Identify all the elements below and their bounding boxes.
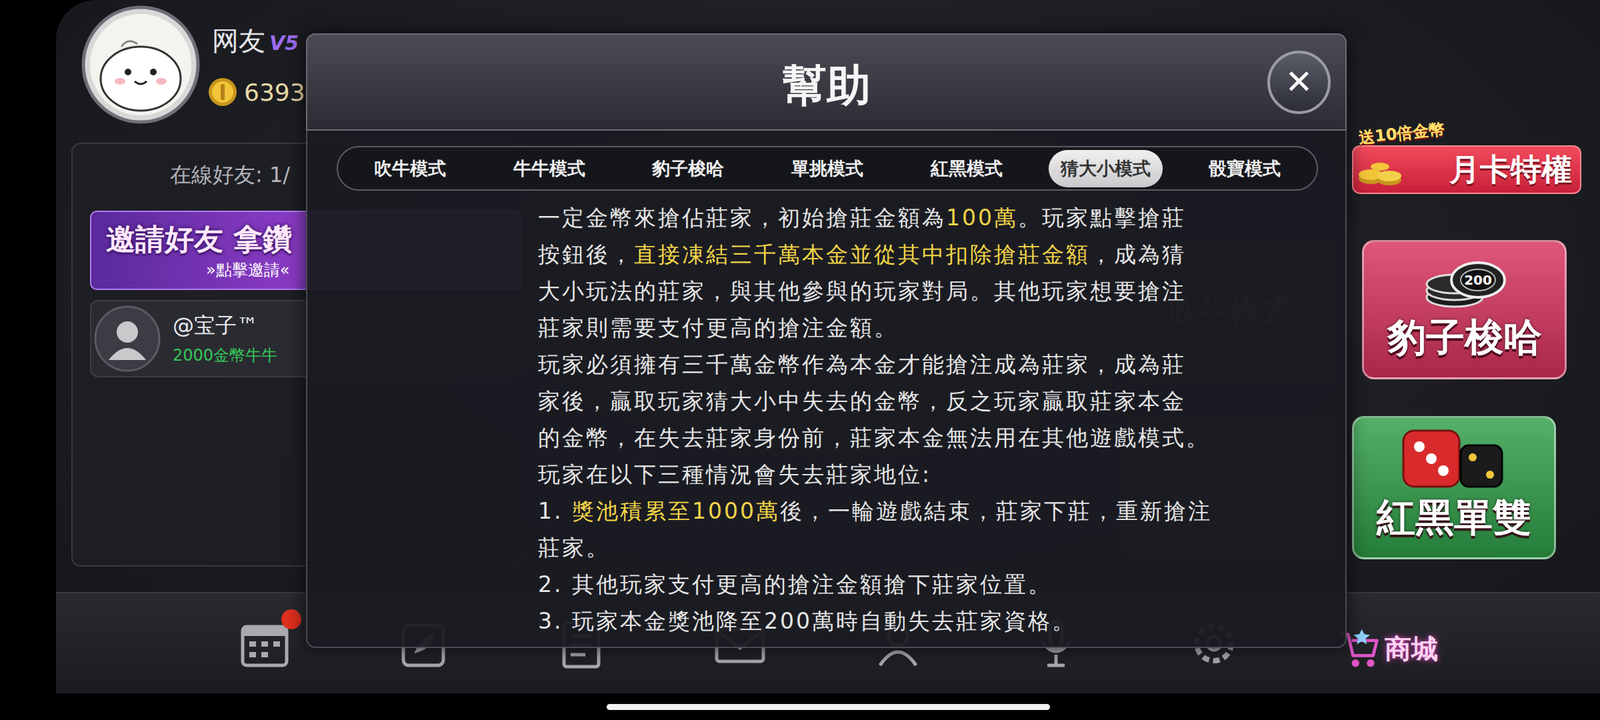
game-mode-button[interactable]: 200 豹子梭哈 [1362,240,1567,380]
dialog-title: 幫助 [782,48,871,116]
help-text-segment: 玩家必須擁有三千萬金幣作為本金才能搶注成為莊家，成為莊 [538,351,1186,378]
mode-tab[interactable]: 骰寶模式 [1174,150,1314,188]
tab-bar: 吹牛模式 牛牛模式 豹子梭哈 單挑模式 紅黑模式猜大小模式骰寶模式 [336,146,1318,191]
dialog-body: 吹牛模式 牛牛模式 豹子梭哈 單挑模式 紅黑模式猜大小模式骰寶模式一定金幣來搶佔莊家，初… [306,130,1347,648]
friend-text: @宝子™ 2000金幣牛牛 [172,311,278,366]
friend-avatar-icon [94,305,161,372]
help-text-segment: 。玩家點擊搶莊 [1018,204,1186,231]
tab-label: 吹牛模式 [362,150,458,188]
coin-pile-icon [1357,153,1404,187]
help-line: 大小玩法的莊家，與其他參與的玩家對局。其他玩家想要搶注 [538,272,1346,310]
game-mode-label: 豹子梭哈 [1387,312,1542,364]
help-line: 莊家則需要支付更高的搶注金額。 [538,309,1346,346]
promo-badge: 送10倍金幣 [1358,118,1446,148]
player-info: 网友V5 6393 [212,5,306,107]
help-line: 家後，贏取玩家猜大小中失去的金幣，反之玩家贏取莊家本金 [538,382,1346,420]
help-text-segment: 直接凍結三千萬本金並從其中扣除搶莊金額 [634,241,1090,268]
game-mode-button[interactable]: 紅黑單雙 [1352,416,1556,560]
shop-label: 商城 [1384,630,1438,668]
help-text-segment: 莊家則需要支付更高的搶注金額。 [538,314,898,341]
notification-dot [281,609,302,630]
help-line: 按鈕後，直接凍結三千萬本金並從其中扣除搶莊金額，成為猜 [538,236,1346,273]
help-text-segment: 按鈕後， [538,241,634,268]
tab-label: 猜大小模式 [1048,150,1163,188]
player-name: 网友 [212,24,266,58]
tab-label: 骰寶模式 [1196,150,1293,188]
help-text-segment: 玩家在以下三種情況會失去莊家地位: [538,461,932,488]
close-button[interactable]: ✕ [1267,50,1331,114]
help-text-segment: 3. 玩家本金獎池降至200萬時自動失去莊家資格。 [538,608,1076,634]
help-text-segment: 1. [538,498,572,524]
mode-tab[interactable]: 單挑模式 [758,150,898,188]
help-text-segment: 後，一輪遊戲結束，莊家下莊，重新搶注 [780,498,1212,524]
nav-item[interactable] [236,613,296,674]
help-text-segment: 一定金幣來搶佔莊家，初始搶莊金額為 [538,204,946,231]
gold-coin-icon [208,77,238,107]
home-strip [0,693,1600,720]
help-line: 玩家在以下三種情況會失去莊家地位: [538,456,1346,493]
vip-badge: V5 [269,31,299,55]
help-dialog: 幫助 ✕ 吹牛模式 牛牛模式 豹子梭哈 單挑模式 紅黑模式猜大小模式骰寶模式一定金幣來搶佔莊… [306,33,1347,648]
mode-tab[interactable]: 猜大小模式 [1036,150,1176,188]
tab-label: 牛牛模式 [501,150,598,188]
mode-tab[interactable]: 紅黑模式 [896,150,1036,188]
home-indicator[interactable] [606,704,1050,710]
help-text-segment: 獎池積累至1000萬 [572,498,780,524]
name-row: 网友V5 [212,24,306,58]
promo-band: 月卡特權 [1352,145,1582,194]
tab-label: 單挑模式 [779,150,876,188]
poker-chip-icon: 200 [1414,258,1515,312]
help-line: 一定金幣來搶佔莊家，初始搶莊金額為100萬。玩家點擊搶莊 [538,199,1346,236]
help-text: 一定金幣來搶佔莊家，初始搶莊金額為100萬。玩家點擊搶莊按鈕後，直接凍結三千萬本… [307,199,1346,640]
help-line: 的金幣，在失去莊家身份前，莊家本金無法用在其他遊戲模式。 [538,419,1346,456]
help-line: 3. 玩家本金獎池降至200萬時自動失去莊家資格。 [538,602,1346,640]
player-avatar-icon[interactable] [81,5,200,124]
help-text-segment: 的金幣，在失去莊家身份前，莊家本金無法用在其他遊戲模式。 [538,424,1210,451]
dialog-titlebar: 幫助 ✕ [306,33,1347,131]
friend-status: 2000金幣牛牛 [172,344,278,366]
screen-bezel [0,0,56,694]
help-line: 1. 獎池積累至1000萬後，一輪遊戲結束，莊家下莊，重新搶注 [538,492,1346,530]
coin-count: 6393 [244,78,306,106]
game-mode-label: 紅黑單雙 [1376,492,1532,544]
right-column: 送10倍金幣月卡特權 200 豹子梭哈紅黑單雙 [1352,0,1600,592]
tab-label: 豹子梭哈 [640,150,736,188]
mode-tab[interactable]: 豹子梭哈 [618,150,758,188]
shop-button[interactable]: 商城 [1336,613,1438,671]
monthly-card-promo[interactable]: 送10倍金幣月卡特權 [1352,122,1582,194]
tab-label: 紅黑模式 [918,150,1015,188]
promo-title: 月卡特權 [1449,149,1572,191]
help-text-segment: ，成為猜 [1090,241,1186,268]
help-text-segment: 家後，贏取玩家猜大小中失去的金幣，反之玩家贏取莊家本金 [538,388,1186,414]
help-text-segment: 2. 其他玩家支付更高的搶注金額搶下莊家位置。 [538,571,1052,598]
mode-tab[interactable]: 吹牛模式 [340,150,480,188]
help-text-segment: 100萬 [946,204,1018,231]
chip-label: 200 [1464,272,1492,288]
game-lobby-screen: 网友V56393在線好友: 1/邀請好友 拿鑽»點擊邀請«@宝子™2000金幣牛… [0,0,1600,720]
help-text-segment: 莊家。 [538,534,610,561]
help-line: 莊家。 [538,529,1346,566]
coin-row: 6393 [208,77,306,107]
help-text-segment: 大小玩法的莊家，與其他參與的玩家對局。其他玩家想要搶注 [538,278,1186,304]
help-line: 玩家必須擁有三千萬金幣作為本金才能搶注成為莊家，成為莊 [538,346,1346,383]
dice-icon [1394,425,1514,492]
help-line: 2. 其他玩家支付更高的搶注金額搶下莊家位置。 [538,566,1346,603]
friend-name: @宝子™ [172,311,278,341]
mode-tab[interactable]: 牛牛模式 [480,150,620,188]
